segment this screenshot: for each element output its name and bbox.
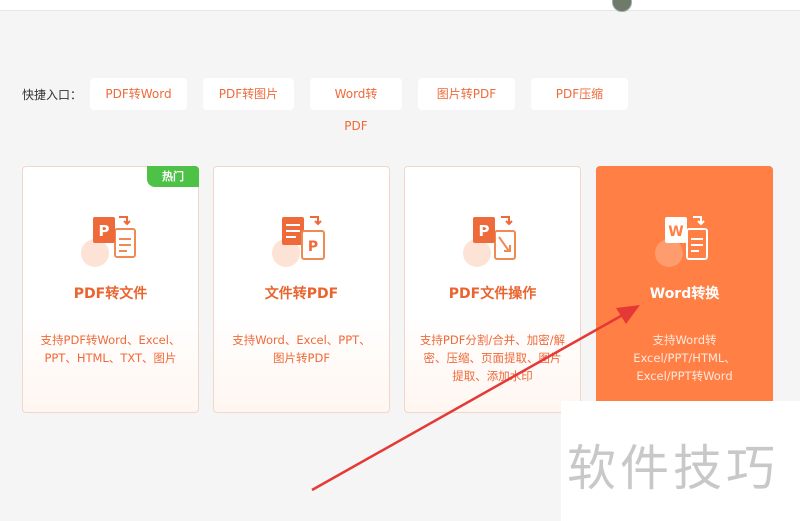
file-to-pdf-icon: P <box>270 209 334 273</box>
svg-text:P: P <box>478 222 489 240</box>
top-bar <box>0 0 800 12</box>
avatar[interactable] <box>612 0 632 12</box>
card-file-to-pdf[interactable]: P 文件转PDF 支持Word、Excel、PPT、图片转PDF <box>213 166 390 413</box>
quick-word-to-pdf-button[interactable]: Word转PDF <box>310 78 402 133</box>
card-title: PDF文件操作 <box>448 286 537 302</box>
card-description: 支持Word、Excel、PPT、图片转PDF <box>232 333 371 365</box>
card-description: 支持PDF转Word、Excel、PPT、HTML、TXT、图片 <box>40 333 181 365</box>
quick-pdf-to-image-button[interactable]: PDF转图片 <box>203 78 294 110</box>
card-word-convert[interactable]: W Word转换 支持Word转Excel/PPT/HTML、Excel/PPT… <box>596 166 773 413</box>
card-pdf-operations[interactable]: P PDF文件操作 支持PDF分割/合并、加密/解密、压缩、页面提取、图片提取、… <box>404 166 581 413</box>
svg-text:P: P <box>307 239 317 255</box>
quick-pdf-compress-button[interactable]: PDF压缩 <box>531 78 628 110</box>
quick-pdf-to-word-button[interactable]: PDF转Word <box>90 78 187 110</box>
quick-entry-bar: 快捷入口： PDF转Word PDF转图片 Word转PDF 图片转PDF PD… <box>22 78 644 133</box>
card-description: 支持PDF分割/合并、加密/解密、压缩、页面提取、图片提取、添加水印 <box>419 333 566 383</box>
hot-badge: 热门 <box>147 166 199 187</box>
watermark-box: 软件技巧 <box>561 401 800 521</box>
quick-entry-label: 快捷入口： <box>22 87 83 102</box>
watermark-text: 软件技巧 <box>567 440 780 497</box>
card-pdf-to-file[interactable]: 热门 P PDF转文件 支持PDF转Word、Excel、PPT、HTML、TX… <box>22 166 199 413</box>
card-title: PDF转文件 <box>73 286 148 302</box>
card-title: Word转换 <box>649 286 720 302</box>
pdf-to-file-icon: P <box>79 209 143 273</box>
svg-text:P: P <box>98 222 109 240</box>
pdf-operations-icon: P <box>461 209 525 273</box>
word-convert-icon: W <box>653 209 717 273</box>
card-description: 支持Word转Excel/PPT/HTML、Excel/PPT转Word <box>633 333 736 383</box>
quick-image-to-pdf-button[interactable]: 图片转PDF <box>418 78 515 110</box>
svg-text:W: W <box>668 224 683 240</box>
card-title: 文件转PDF <box>264 286 339 302</box>
